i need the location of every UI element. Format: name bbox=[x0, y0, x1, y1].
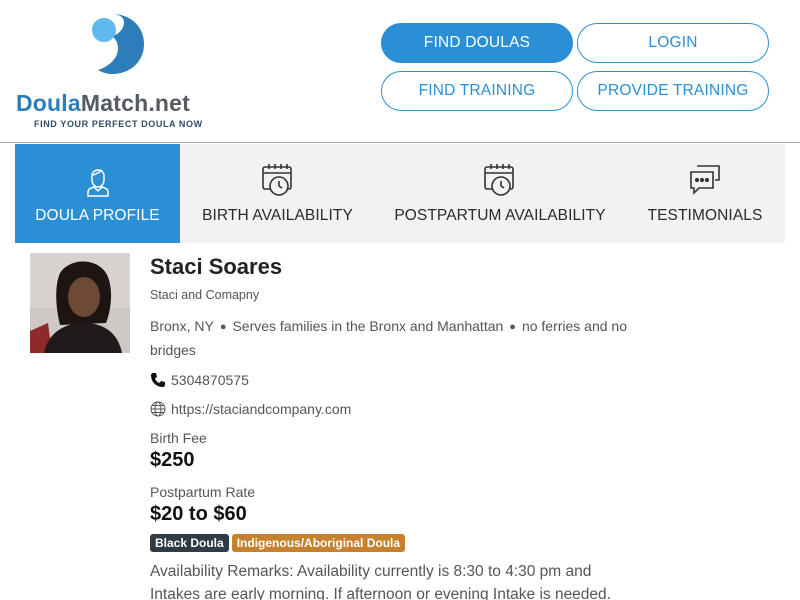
find-doulas-button[interactable]: FIND DOULAS bbox=[381, 23, 573, 63]
site-logo[interactable]: DoulaMatch.net FIND YOUR PERFECT DOULA N… bbox=[16, 10, 216, 130]
login-button[interactable]: LOGIN bbox=[577, 23, 769, 63]
chat-bubbles-icon bbox=[690, 165, 720, 195]
tab-label: TESTIMONIALS bbox=[647, 207, 763, 224]
tab-label: BIRTH AVAILABILITY bbox=[202, 207, 353, 224]
find-training-button[interactable]: FIND TRAINING bbox=[381, 71, 573, 111]
doula-person-icon bbox=[86, 169, 109, 197]
doula-name: Staci Soares bbox=[150, 254, 283, 279]
doula-badges: Black Doula Indigenous/Aboriginal Doula bbox=[150, 534, 406, 552]
postpartum-rate-value: $20 to $60 bbox=[150, 503, 247, 525]
calendar-clock-icon bbox=[484, 164, 514, 196]
profile-tabs: DOULA PROFILE BIRTH AVAILABILITY POSTPAR… bbox=[15, 144, 785, 243]
tab-birth-availability[interactable]: BIRTH AVAILABILITY bbox=[180, 144, 375, 243]
website-contact[interactable]: https://staciandcompany.com bbox=[150, 401, 351, 417]
phone-number[interactable]: 5304870575 bbox=[171, 372, 249, 388]
calendar-clock-icon bbox=[261, 164, 292, 196]
tab-doula-profile[interactable]: DOULA PROFILE bbox=[15, 144, 180, 243]
service-location: Bronx, NY ● Serves families in the Bronx a… bbox=[150, 315, 630, 361]
location-city: Bronx, NY bbox=[150, 318, 214, 334]
availability-remarks: Availability Remarks: Availability curre… bbox=[150, 563, 611, 600]
doula-photo bbox=[30, 253, 130, 353]
tab-postpartum-availability[interactable]: POSTPARTUM AVAILABILITY bbox=[375, 144, 625, 243]
badge-indigenous-doula: Indigenous/Aboriginal Doula bbox=[231, 534, 406, 552]
phone-icon bbox=[151, 373, 165, 387]
phone-contact[interactable]: 5304870575 bbox=[150, 372, 249, 388]
separator-dot: ● bbox=[509, 321, 516, 333]
tab-label: DOULA PROFILE bbox=[35, 207, 160, 224]
logo-mark-icon bbox=[92, 14, 144, 74]
tab-label: POSTPARTUM AVAILABILITY bbox=[394, 207, 606, 224]
website-link[interactable]: https://staciandcompany.com bbox=[171, 401, 351, 417]
site-header: DoulaMatch.net FIND YOUR PERFECT DOULA N… bbox=[0, 0, 800, 143]
birth-fee-label: Birth Fee bbox=[150, 430, 207, 446]
badge-black-doula: Black Doula bbox=[150, 534, 229, 552]
postpartum-rate-label: Postpartum Rate bbox=[150, 484, 256, 500]
globe-icon bbox=[150, 401, 166, 417]
logo-wordmark: DoulaMatch.net bbox=[16, 90, 191, 116]
doula-company: Staci and Comapny bbox=[150, 288, 260, 302]
separator-dot: ● bbox=[219, 321, 227, 333]
location-area: Serves families in the Bronx and Manhatt… bbox=[232, 318, 504, 334]
tab-testimonials[interactable]: TESTIMONIALS bbox=[625, 144, 785, 243]
birth-fee-value: $250 bbox=[150, 449, 195, 471]
logo-tagline: FIND YOUR PERFECT DOULA NOW bbox=[34, 119, 203, 129]
provide-training-button[interactable]: PROVIDE TRAINING bbox=[577, 71, 769, 111]
